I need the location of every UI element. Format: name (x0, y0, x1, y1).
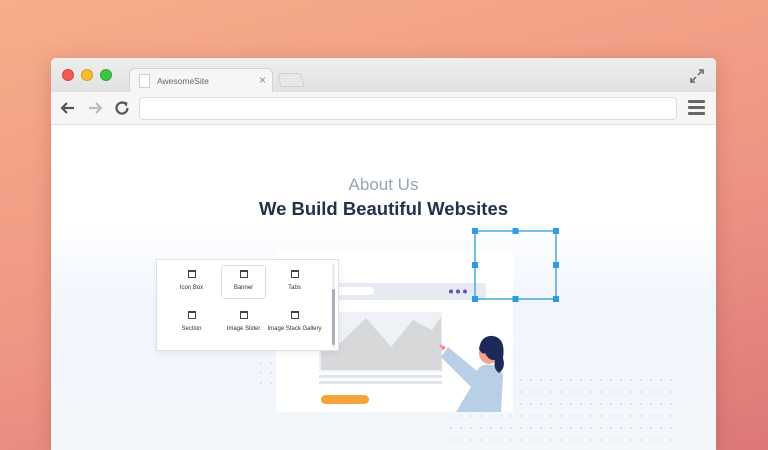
browser-toolbar (51, 92, 716, 125)
widget-label: Section (181, 326, 202, 332)
widget-label: Tabs (288, 285, 301, 291)
widget-panel: Icon Box Banner Tabs Section Image Slide… (156, 259, 339, 351)
forward-arrow-icon[interactable] (86, 99, 104, 117)
widget-label: Banner (233, 285, 254, 291)
close-window-button[interactable] (62, 69, 74, 81)
new-tab-button[interactable] (277, 73, 305, 87)
image-stack-gallery-icon (290, 311, 299, 319)
zoom-window-button[interactable] (100, 69, 112, 81)
section-icon (187, 311, 196, 319)
address-bar[interactable] (139, 97, 677, 120)
widget-image-slider[interactable]: Image Slider (221, 307, 266, 341)
image-slider-icon (239, 311, 248, 319)
title-bar: AwesomeSite × (51, 58, 716, 93)
widget-label: Image Slider (226, 326, 261, 332)
back-arrow-icon[interactable] (59, 99, 77, 117)
icon-box-icon (187, 270, 196, 278)
tab-title: AwesomeSite (157, 76, 209, 86)
widget-label: Icon Box (179, 285, 204, 291)
widget-banner[interactable]: Banner (221, 265, 266, 299)
mock-url-pill (334, 287, 374, 295)
browser-menu-icon[interactable] (688, 100, 705, 116)
widget-image-stack-gallery[interactable]: Image Stack Gallery (267, 307, 322, 341)
fullscreen-icon[interactable] (689, 68, 705, 84)
page-content: About Us We Build Beautiful Websites Ico… (51, 125, 716, 450)
widget-label: Image Stack Gallery (267, 326, 322, 332)
minimize-window-button[interactable] (81, 69, 93, 81)
mock-orange-button (321, 395, 369, 404)
widget-scrollbar-thumb[interactable] (332, 289, 335, 345)
widget-tabs[interactable]: Tabs (272, 266, 317, 300)
reload-icon[interactable] (113, 99, 131, 117)
browser-tab[interactable]: AwesomeSite × (129, 68, 273, 93)
tabs-icon (290, 270, 299, 278)
widget-section[interactable]: Section (169, 307, 214, 341)
close-tab-icon[interactable]: × (259, 73, 266, 87)
widget-icon-box[interactable]: Icon Box (169, 266, 214, 300)
page-icon (139, 74, 150, 88)
hero-illustration (260, 228, 672, 441)
banner-icon (239, 270, 248, 278)
browser-window: AwesomeSite × About Us We Build Beautifu… (51, 58, 716, 450)
